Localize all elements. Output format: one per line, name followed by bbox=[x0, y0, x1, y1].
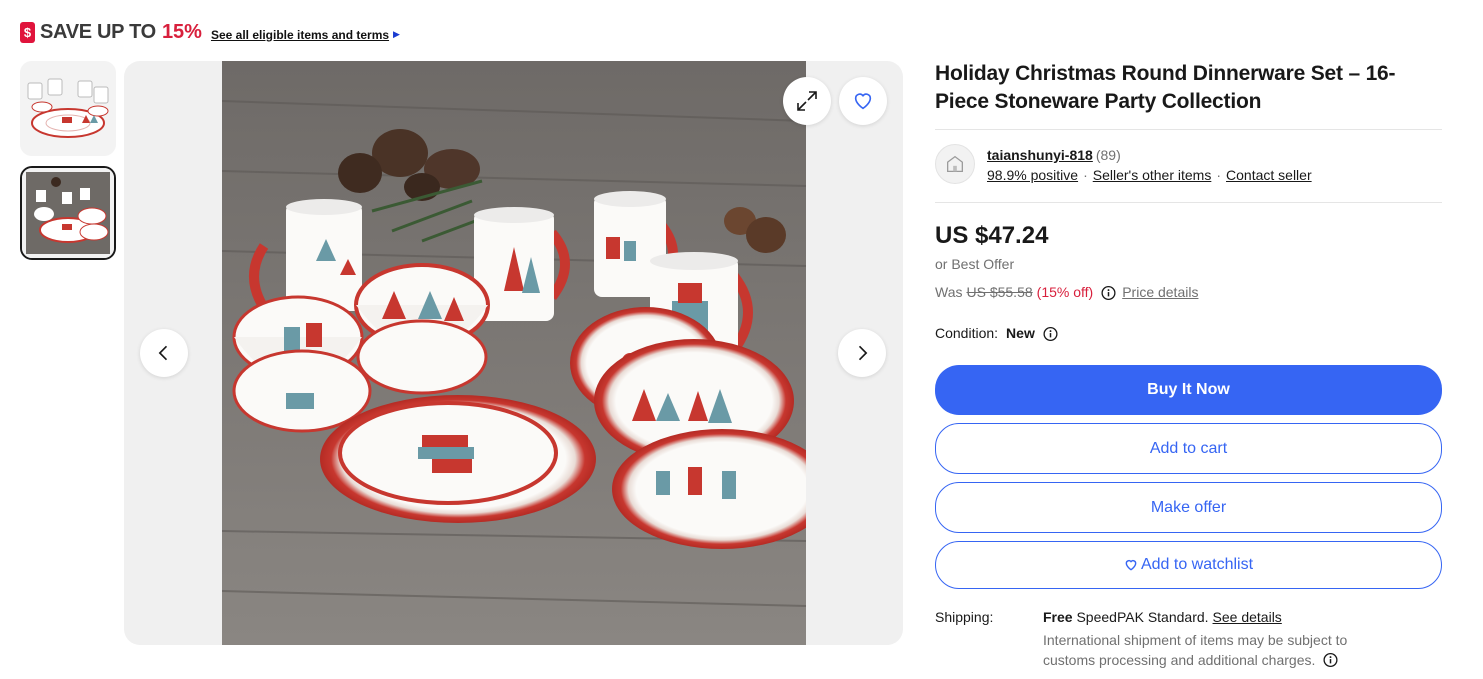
seller-name-link[interactable]: taianshunyi-818 bbox=[987, 147, 1093, 163]
chevron-left-icon bbox=[158, 345, 168, 361]
image-gallery bbox=[124, 61, 903, 645]
shipping-summary: Free SpeedPAK Standard. See details bbox=[1043, 609, 1282, 625]
condition-label: Condition: bbox=[935, 325, 999, 341]
buy-it-now-button[interactable]: Buy It Now bbox=[935, 365, 1442, 415]
price-tag-icon: $ bbox=[20, 21, 35, 43]
shipping-see-details-link[interactable]: See details bbox=[1213, 609, 1282, 625]
info-icon[interactable] bbox=[1101, 285, 1116, 300]
thumbnail-1[interactable] bbox=[20, 61, 116, 156]
make-offer-button[interactable]: Make offer bbox=[935, 482, 1442, 533]
separator-dot: · bbox=[1083, 167, 1088, 183]
heart-icon bbox=[1125, 559, 1137, 571]
price-details-link[interactable]: Price details bbox=[1122, 284, 1198, 300]
thumbnail-2-selected[interactable] bbox=[20, 166, 116, 260]
play-arrow-icon: ▶ bbox=[393, 29, 400, 39]
add-to-cart-button[interactable]: Add to cart bbox=[935, 423, 1442, 474]
watchlist-label: Add to watchlist bbox=[1140, 556, 1254, 573]
separator-dot: · bbox=[1216, 167, 1222, 183]
add-to-watchlist-button[interactable]: Add to watchlist bbox=[935, 541, 1442, 589]
was-price: US $55.58 bbox=[966, 284, 1033, 300]
watch-heart-button[interactable] bbox=[839, 77, 887, 125]
listing-title: Holiday Christmas Round Dinnerware Set –… bbox=[935, 62, 1396, 113]
best-offer-text: or Best Offer bbox=[935, 256, 1015, 272]
seller-card: taianshunyi-818 (89) 98.9% positive · Selle… bbox=[935, 144, 1312, 185]
seller-feedback-count: (89) bbox=[1095, 147, 1121, 163]
info-icon[interactable] bbox=[1043, 326, 1058, 341]
previous-image-button[interactable] bbox=[140, 329, 188, 377]
shipping-service: SpeedPAK Standard. bbox=[1076, 609, 1209, 625]
seller-avatar[interactable] bbox=[935, 144, 975, 184]
promo-terms-link[interactable]: See all eligible items and terms bbox=[211, 28, 389, 42]
divider bbox=[935, 129, 1442, 130]
promo-percent: 15% bbox=[161, 20, 202, 43]
promo-text: SAVE UP TO bbox=[40, 20, 156, 43]
condition-row: Condition: New bbox=[935, 325, 1058, 341]
expand-image-button[interactable] bbox=[783, 77, 831, 125]
listing-summary: Holiday Christmas Round Dinnerware Set –… bbox=[935, 60, 1442, 116]
product-photo[interactable] bbox=[222, 61, 806, 645]
discount-percent: (15% off) bbox=[1036, 284, 1094, 300]
promo-banner: $ SAVE UP TO 15% See all eligible items … bbox=[20, 18, 400, 46]
info-icon[interactable] bbox=[1323, 652, 1338, 668]
was-price-row: Was US $55.58 (15% off) Price details bbox=[935, 284, 1198, 300]
seller-info: taianshunyi-818 (89) 98.9% positive · Selle… bbox=[987, 145, 1312, 185]
divider bbox=[935, 202, 1442, 203]
seller-other-items-link[interactable]: Seller's other items bbox=[1093, 167, 1212, 183]
contact-seller-link[interactable]: Contact seller bbox=[1226, 167, 1312, 183]
current-price: US $47.24 bbox=[935, 222, 1049, 249]
shipping-label: Shipping: bbox=[935, 609, 994, 625]
next-image-button[interactable] bbox=[838, 329, 886, 377]
expand-icon bbox=[797, 91, 817, 111]
heart-icon bbox=[854, 93, 872, 110]
thumbnail-1-image bbox=[20, 61, 116, 156]
was-label: Was bbox=[935, 284, 963, 300]
shipping-free: Free bbox=[1043, 609, 1073, 625]
seller-positive-link[interactable]: 98.9% positive bbox=[987, 167, 1078, 183]
condition-value: New bbox=[1006, 325, 1035, 341]
store-icon bbox=[947, 155, 963, 172]
shipping-note: International shipment of items may be s… bbox=[1043, 630, 1403, 670]
thumbnail-2-image bbox=[22, 168, 114, 258]
chevron-right-icon bbox=[858, 345, 868, 361]
shipping-note-text: International shipment of items may be s… bbox=[1043, 632, 1348, 668]
